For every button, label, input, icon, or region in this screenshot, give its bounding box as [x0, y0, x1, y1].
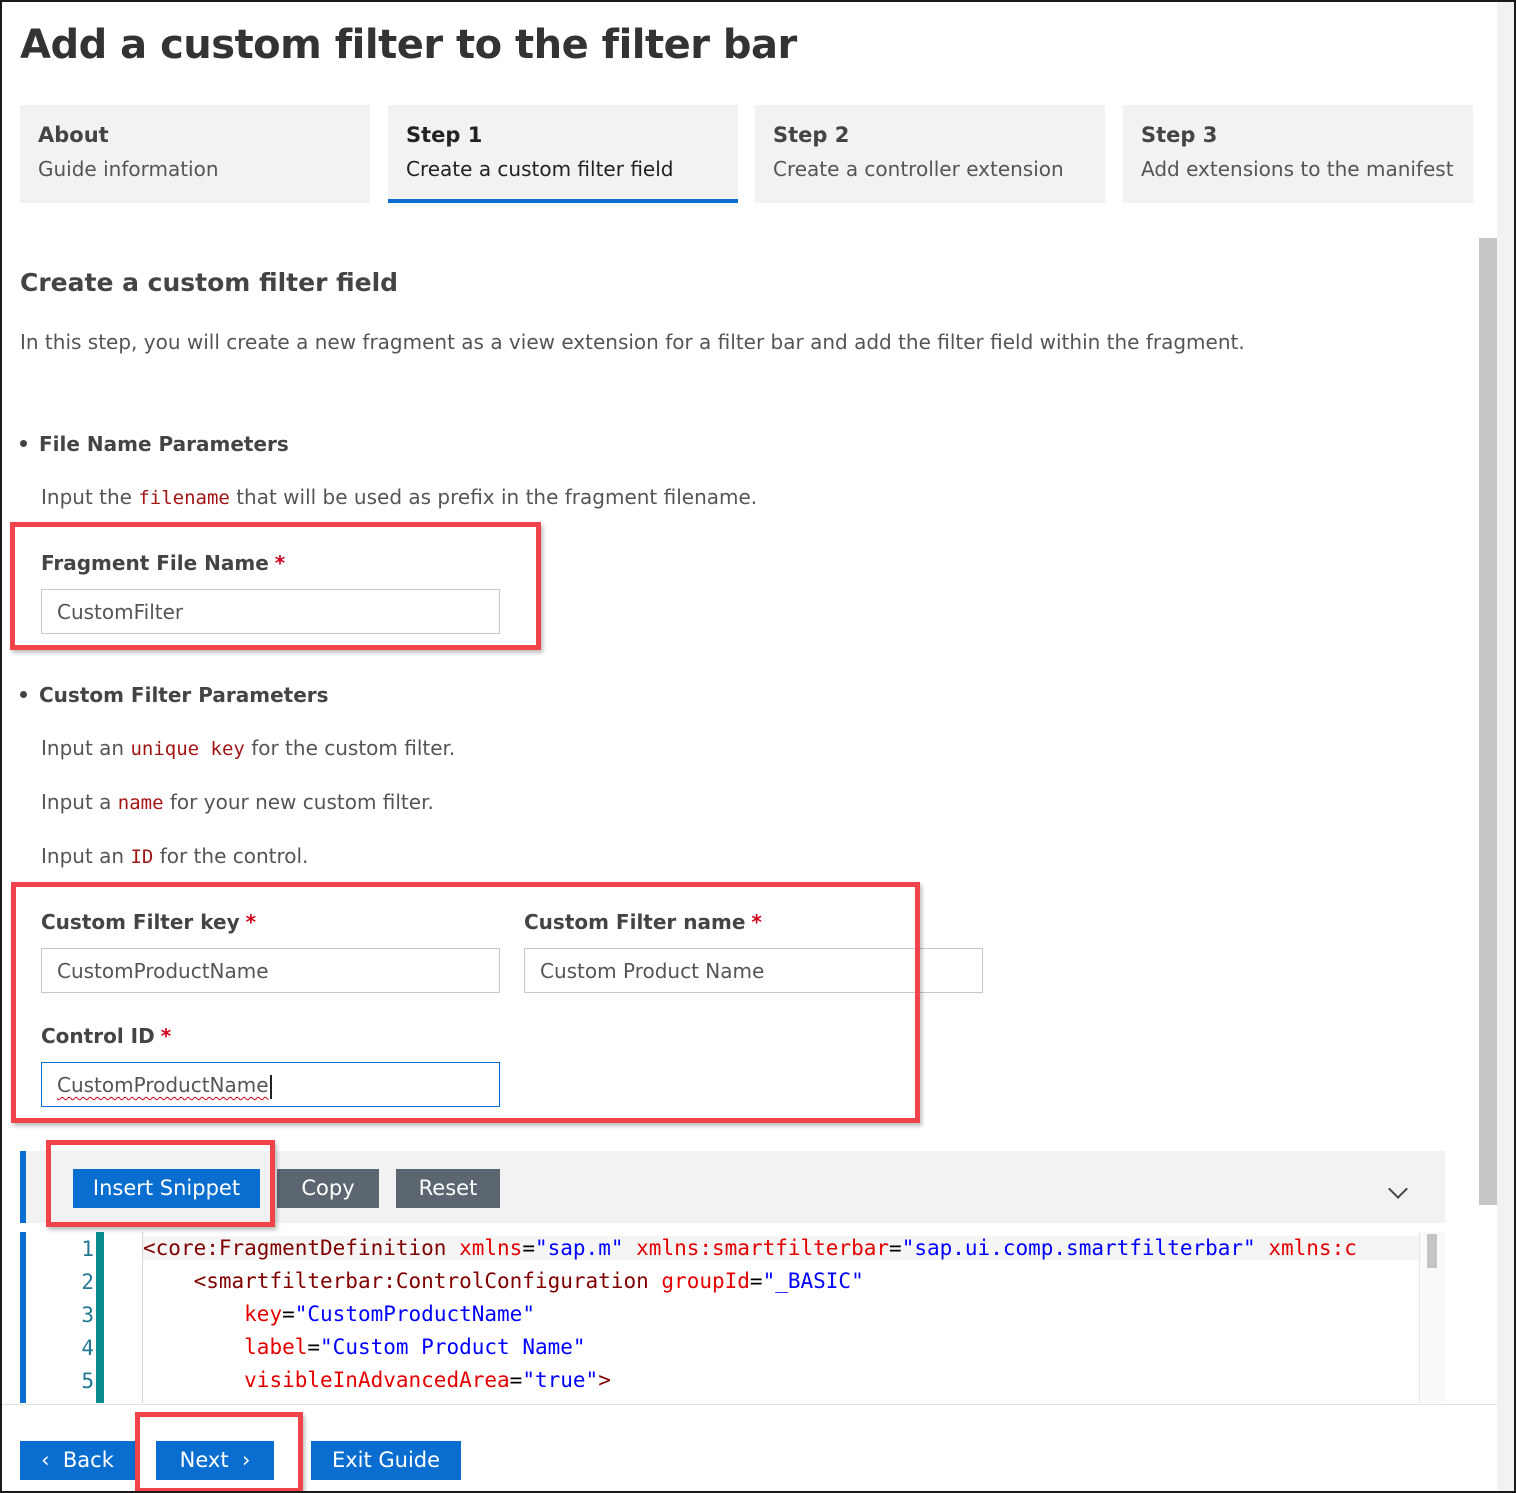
control-id-label: Control ID * — [41, 1024, 172, 1048]
right-edge-panel — [1497, 0, 1516, 1493]
text-caret — [269, 1074, 272, 1099]
tab-subtitle: Add extensions to the manifest — [1141, 157, 1454, 181]
tab-step-2[interactable]: Step 2 Create a controller extension — [755, 105, 1105, 203]
file-params-instruction: Input the filename that will be used as … — [41, 485, 758, 509]
insert-snippet-button[interactable]: Insert Snippet — [73, 1169, 260, 1208]
code-line: <smartfilterbar:ControlConfiguration gro… — [193, 1269, 864, 1293]
filter-params-heading: Custom Filter Parameters — [20, 683, 329, 707]
editor-change-bar — [96, 1232, 104, 1403]
section-description: In this step, you will create a new frag… — [20, 330, 1245, 354]
filter-params-line-id: Input an ID for the control. — [41, 844, 309, 868]
custom-filter-key-label: Custom Filter key * — [41, 910, 257, 934]
custom-filter-key-input[interactable]: CustomProductName — [41, 948, 500, 993]
tab-step-1[interactable]: Step 1 Create a custom filter field — [388, 105, 738, 203]
section-heading: Create a custom filter field — [20, 268, 399, 297]
file-params-heading: File Name Parameters — [20, 432, 289, 456]
next-button[interactable]: Next › — [156, 1441, 274, 1480]
chevron-left-icon: ‹ — [41, 1448, 50, 1472]
line-number: 1 — [81, 1237, 94, 1261]
code-line: label="Custom Product Name" — [244, 1335, 586, 1359]
code-area[interactable]: <core:FragmentDefinition xmlns="sap.m" x… — [142, 1232, 1445, 1403]
control-id-input[interactable]: CustomProductName — [41, 1062, 500, 1107]
line-number: 2 — [81, 1270, 94, 1294]
line-number: 4 — [81, 1336, 94, 1360]
editor-scroll-thumb[interactable] — [1427, 1234, 1437, 1268]
code-line: visibleInAdvancedArea="true"> — [244, 1368, 611, 1392]
copy-button[interactable]: Copy — [277, 1169, 379, 1208]
tab-subtitle: Guide information — [38, 157, 219, 181]
required-asterisk: * — [751, 910, 762, 934]
code-line: <core:FragmentDefinition xmlns="sap.m" x… — [143, 1236, 1419, 1260]
page-title: Add a custom filter to the filter bar — [20, 22, 797, 68]
tab-subtitle: Create a controller extension — [773, 157, 1064, 181]
filter-params-line-key: Input an unique key for the custom filte… — [41, 736, 456, 760]
page-scrollbar[interactable] — [1479, 238, 1497, 1205]
required-asterisk: * — [245, 910, 257, 934]
line-number-gutter: 1 2 3 4 5 — [26, 1232, 96, 1403]
reset-button[interactable]: Reset — [396, 1169, 500, 1208]
tab-step-3[interactable]: Step 3 Add extensions to the manifest — [1123, 105, 1473, 203]
chevron-right-icon: › — [241, 1448, 251, 1472]
tab-heading: Step 1 — [406, 123, 483, 147]
fragment-file-name-input[interactable]: CustomFilter — [41, 589, 500, 634]
line-number: 3 — [81, 1303, 94, 1327]
code-unique-key: unique key — [130, 738, 245, 760]
code-name: name — [117, 792, 164, 814]
custom-filter-name-input[interactable]: Custom Product Name — [524, 948, 983, 993]
required-asterisk: * — [160, 1024, 172, 1048]
editor-scrollbar[interactable] — [1419, 1232, 1445, 1403]
back-button[interactable]: ‹ Back — [20, 1441, 135, 1480]
tab-heading: Step 3 — [1141, 123, 1218, 147]
custom-filter-name-label: Custom Filter name * — [524, 910, 762, 934]
bullet-icon — [20, 691, 27, 698]
code-filename: filename — [138, 487, 230, 509]
tab-heading: Step 2 — [773, 123, 850, 147]
required-asterisk: * — [274, 551, 286, 575]
exit-guide-button[interactable]: Exit Guide — [311, 1441, 461, 1480]
bullet-icon — [20, 440, 27, 447]
tab-subtitle: Create a custom filter field — [406, 157, 674, 181]
fragment-file-name-label: Fragment File Name * — [41, 551, 286, 575]
line-number: 5 — [81, 1369, 94, 1393]
tab-heading: About — [38, 123, 109, 147]
code-editor[interactable]: 1 2 3 4 5 <core:FragmentDefinition xmlns… — [20, 1232, 1445, 1403]
code-line: key="CustomProductName" — [244, 1302, 535, 1326]
tab-about[interactable]: About Guide information — [20, 105, 370, 203]
code-id: ID — [130, 846, 154, 868]
filter-params-line-name: Input a name for your new custom filter. — [41, 790, 434, 814]
